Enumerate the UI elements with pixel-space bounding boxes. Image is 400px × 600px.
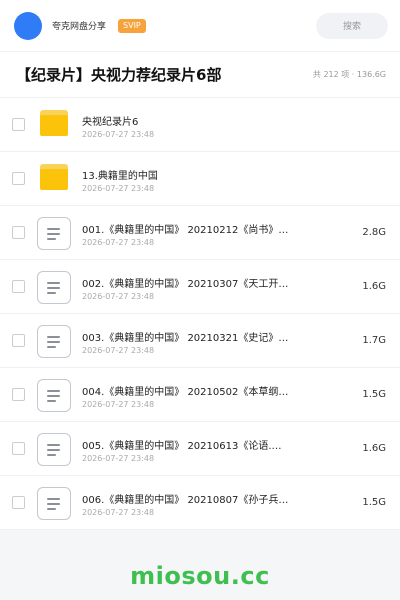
row-name[interactable]: 001.《典籍里的中国》 20210212《尚书》… <box>82 221 302 236</box>
row-date: 2026-07-27 23:48 <box>82 292 155 301</box>
avatar[interactable] <box>14 11 42 40</box>
search-input[interactable]: 搜索 <box>316 12 388 39</box>
row-name[interactable]: 央视纪录片6 <box>82 113 302 128</box>
row-date: 2026-07-27 23:48 <box>82 130 155 139</box>
file-row[interactable]: 005.《典籍里的中国》 20210613《论语.… 2026-07-27 23:… <box>0 422 400 476</box>
document-icon <box>37 379 71 412</box>
row-date: 2026-07-27 23:48 <box>82 508 155 517</box>
file-row[interactable]: 004.《典籍里的中国》 20210502《本草纲… 2026-07-27 23:… <box>0 368 400 422</box>
row-checkbox[interactable] <box>12 334 25 347</box>
user-name[interactable]: 夸克网盘分享 <box>52 19 106 32</box>
row-size: 1.6G <box>362 281 386 292</box>
row-date: 2026-07-27 23:48 <box>82 346 155 355</box>
row-checkbox[interactable] <box>12 280 25 293</box>
row-date: 2026-07-27 23:48 <box>82 238 155 247</box>
row-date: 2026-07-27 23:48 <box>82 184 155 193</box>
item-summary: 共 212 项 · 136.6G <box>312 70 386 79</box>
row-size: 1.6G <box>362 443 386 454</box>
share-title-bar: 【纪录片】央视力荐纪录片6部 共 212 项 · 136.6G <box>0 52 400 98</box>
row-size: 1.5G <box>362 497 386 508</box>
file-row[interactable]: 003.《典籍里的中国》 20210321《史记》… 2026-07-27 23:… <box>0 314 400 368</box>
row-size: 2.8G <box>362 227 386 238</box>
folder-icon <box>40 110 68 136</box>
file-row[interactable]: 001.《典籍里的中国》 20210212《尚书》… 2026-07-27 23:… <box>0 206 400 260</box>
file-row[interactable]: 006.《典籍里的中国》 20210807《孙子兵… 2026-07-27 23:… <box>0 476 400 530</box>
document-icon <box>37 217 71 250</box>
row-date: 2026-07-27 23:48 <box>82 454 155 463</box>
row-checkbox[interactable] <box>12 226 25 239</box>
folder-icon <box>40 164 68 190</box>
watermark: miosou.cc <box>130 562 270 590</box>
folder-row[interactable]: 央视纪录片6 2026-07-27 23:48 <box>0 98 400 152</box>
svip-badge: SVIP <box>118 18 146 33</box>
document-icon <box>37 325 71 358</box>
row-size: 1.5G <box>362 389 386 400</box>
document-icon <box>37 487 71 520</box>
file-row[interactable]: 002.《典籍里的中国》 20210307《天工开… 2026-07-27 23:… <box>0 260 400 314</box>
row-name[interactable]: 005.《典籍里的中国》 20210613《论语.… <box>82 437 302 452</box>
row-name[interactable]: 004.《典籍里的中国》 20210502《本草纲… <box>82 383 302 398</box>
row-checkbox[interactable] <box>12 388 25 401</box>
page-title: 【纪录片】央视力荐纪录片6部 <box>16 66 222 84</box>
top-header: 夸克网盘分享 SVIP 搜索 <box>0 0 400 52</box>
row-checkbox[interactable] <box>12 442 25 455</box>
row-name[interactable]: 003.《典籍里的中国》 20210321《史记》… <box>82 329 302 344</box>
row-checkbox[interactable] <box>12 172 25 185</box>
row-checkbox[interactable] <box>12 118 25 131</box>
row-date: 2026-07-27 23:48 <box>82 400 155 409</box>
folder-row[interactable]: 13.典籍里的中国 2026-07-27 23:48 <box>0 152 400 206</box>
row-checkbox[interactable] <box>12 496 25 509</box>
row-name[interactable]: 006.《典籍里的中国》 20210807《孙子兵… <box>82 491 302 506</box>
row-name[interactable]: 002.《典籍里的中国》 20210307《天工开… <box>82 275 302 290</box>
document-icon <box>37 433 71 466</box>
file-list: 央视纪录片6 2026-07-27 23:48 13.典籍里的中国 2026-07-2… <box>0 98 400 530</box>
row-size: 1.7G <box>362 335 386 346</box>
document-icon <box>37 271 71 304</box>
row-name[interactable]: 13.典籍里的中国 <box>82 167 302 182</box>
